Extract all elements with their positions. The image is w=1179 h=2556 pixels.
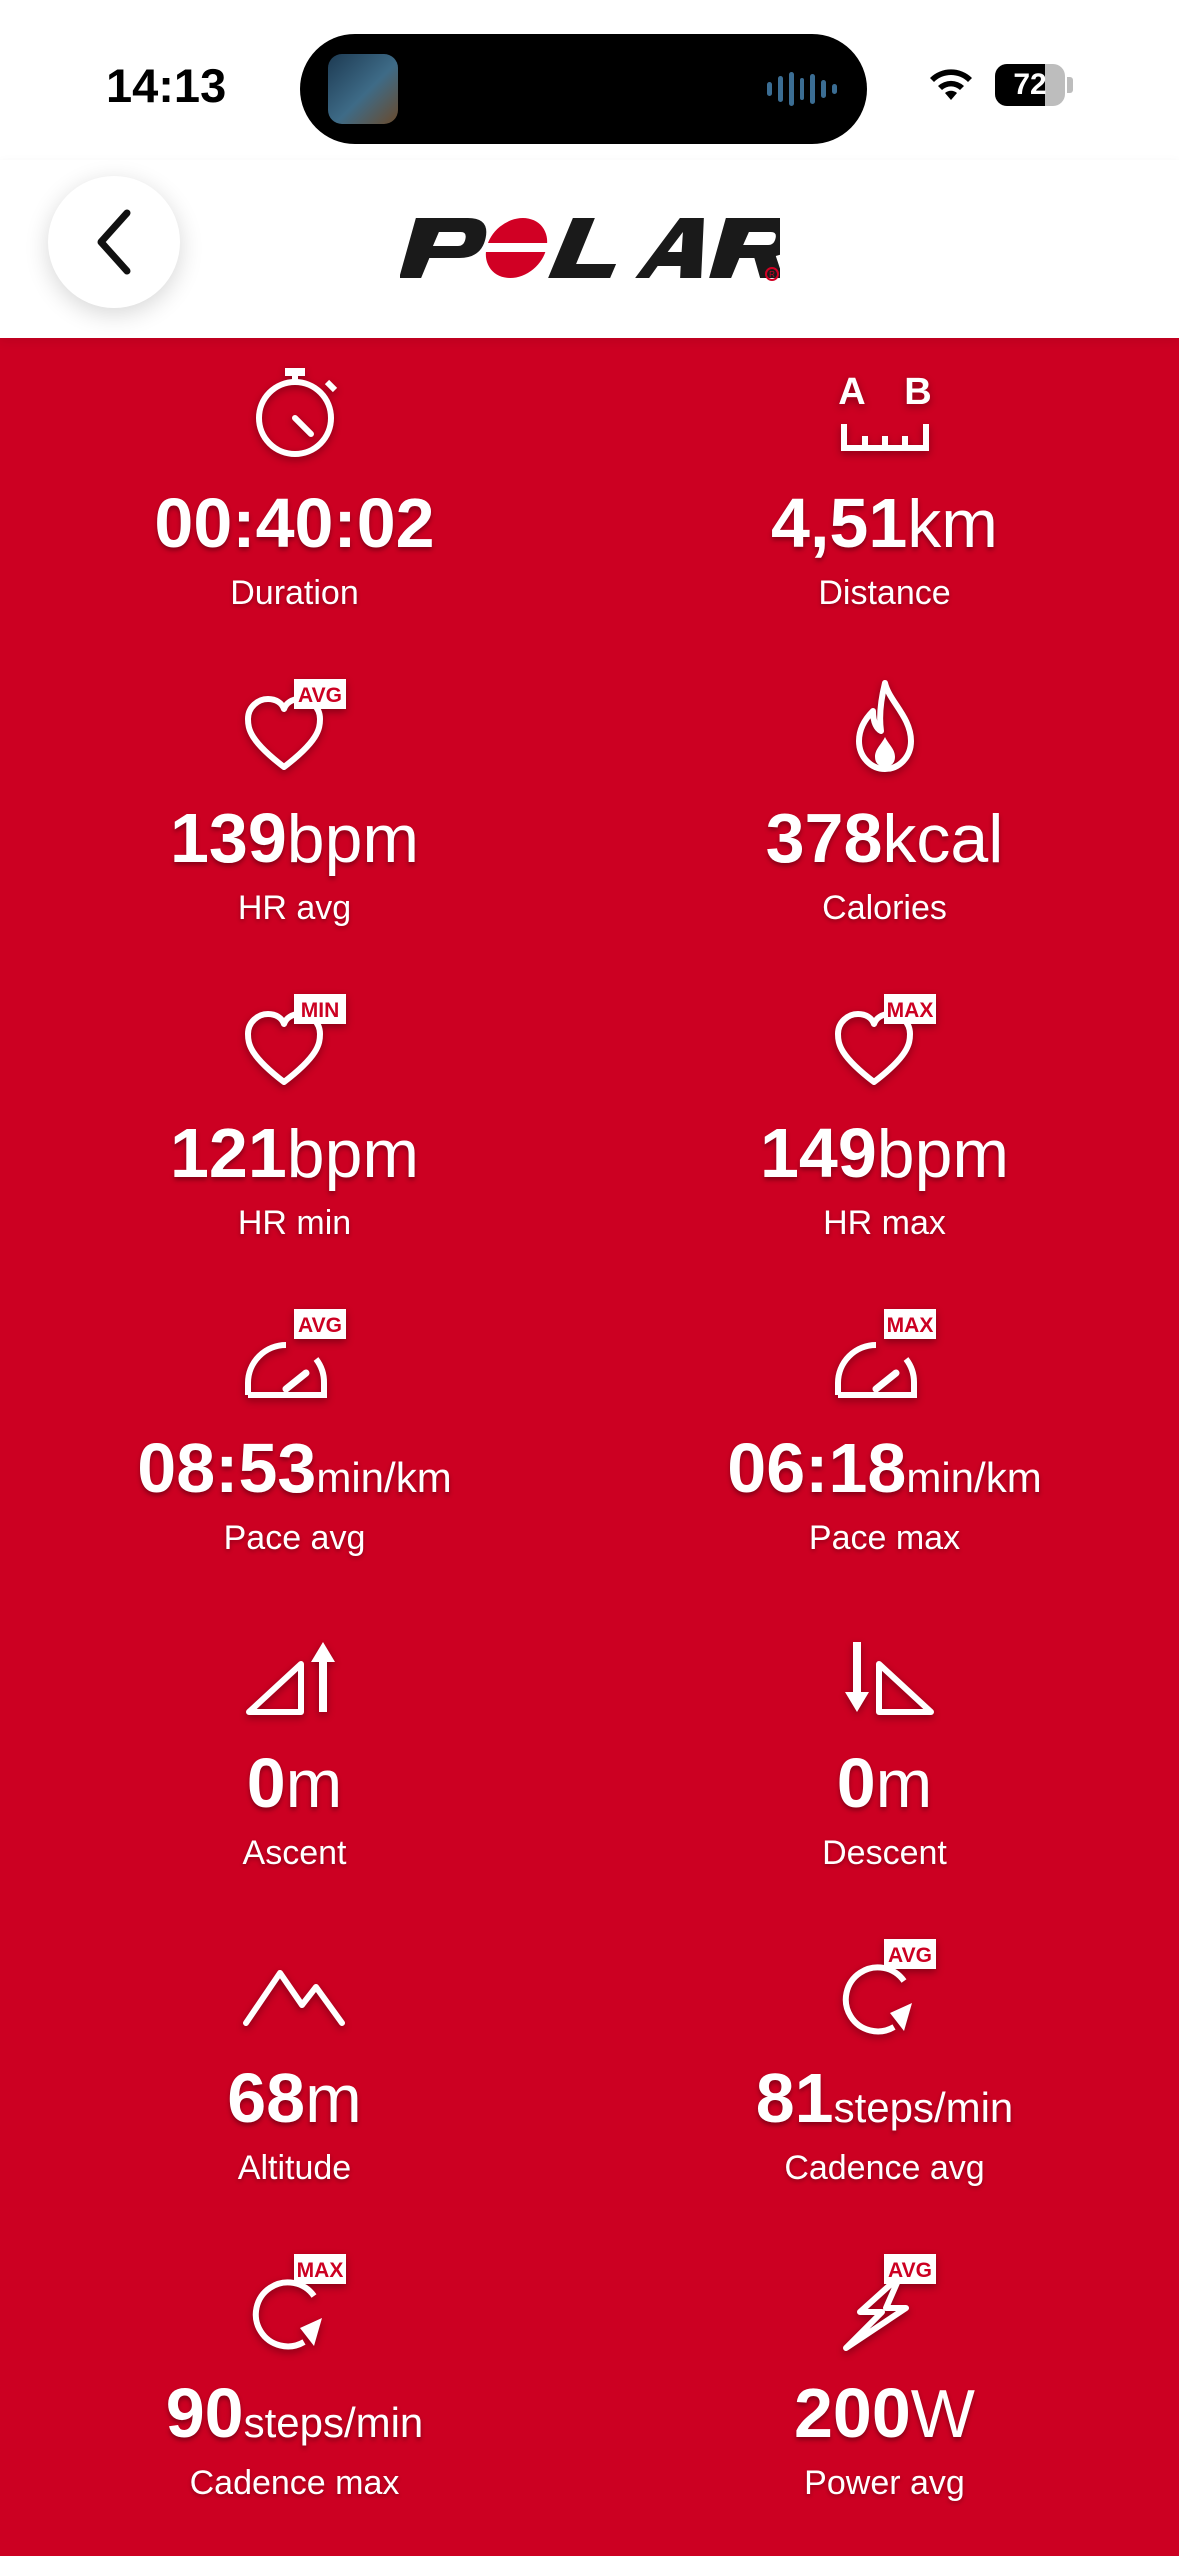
status-time: 14:13 [106,59,227,112]
app-header: R [0,160,1179,338]
svg-text:AVG: AVG [888,1944,932,1967]
metric-unit: bpm [876,1116,1010,1192]
metric-unit: steps/min [243,2399,424,2446]
dynamic-island [300,34,867,144]
metric-label: Pace avg [223,1519,366,1557]
metric-hr-min: MIN 121bpm HR min [0,968,589,1283]
battery-icon: 72 [995,64,1065,106]
metric-value: 81 [755,2059,834,2137]
metric-unit: bpm [286,1116,420,1192]
metric-label: HR max [823,1204,946,1242]
metric-value: 139 [169,799,287,877]
metric-unit: min/km [316,1454,452,1501]
metric-value: 0 [836,1744,876,1822]
metric-value: 08:53 [137,1429,317,1507]
metric-value: 90 [165,2374,244,2452]
metric-cadence-avg: AVG 81steps/min Cadence avg [590,1913,1179,2228]
metric-label: Power avg [804,2464,965,2502]
mountain-icon [242,1970,345,2026]
svg-text:B: B [904,371,931,413]
metric-label: Pace max [808,1519,961,1557]
svg-text:A: A [838,371,865,413]
metric-unit: kcal [882,801,1004,877]
metric-label: Duration [230,574,359,612]
heart-avg-icon: AVG [244,679,346,770]
ascent-icon [245,1642,335,1715]
metric-unit: min/km [906,1454,1042,1501]
metric-value: 149 [759,1114,877,1192]
metric-pace-avg: AVG 08:53min/km Pace avg [0,1283,589,1598]
metric-unit: bpm [286,801,420,877]
metric-power-avg: AVG 200W Power avg [590,2228,1179,2543]
metric-unit: steps/min [833,2084,1014,2131]
metric-unit: m [875,1746,933,1822]
metric-unit: m [285,1746,343,1822]
metric-duration: 00:40:02 Duration [0,338,589,653]
metric-value: 00:40:02 [154,484,435,562]
metric-label: Cadence max [189,2464,400,2502]
svg-text:R: R [769,270,775,279]
polar-logo: R [400,218,780,281]
speedometer-max-icon: MAX [834,1309,936,1398]
audio-waveform-icon [767,70,838,108]
metric-label: Distance [818,574,951,612]
metric-label: HR avg [237,889,352,927]
metric-label: Descent [822,1834,947,1872]
cadence-avg-icon: AVG [842,1939,936,2035]
metrics-grid: 00:40:02 Duration A B 4,51km Distance AV… [0,338,1179,2556]
now-playing-artwork[interactable] [328,54,398,124]
svg-text:AVG: AVG [298,1314,342,1337]
metric-label: Calories [822,889,947,927]
metric-value: 06:18 [727,1429,907,1507]
metric-value: 0 [246,1744,286,1822]
metric-label: HR min [237,1204,352,1242]
metric-value: 378 [765,799,883,877]
stopwatch-icon [255,368,337,457]
metric-calories: 378kcal Calories [590,653,1179,968]
metric-cadence-max: MAX 90steps/min Cadence max [0,2228,589,2543]
back-button[interactable] [48,176,180,308]
metric-label: Ascent [242,1834,347,1872]
battery-tip [1067,77,1073,93]
status-bar: 14:13 72 [0,0,1179,160]
svg-text:MIN: MIN [300,999,339,1022]
metric-value: 4,51 [771,484,908,562]
metric-hr-avg: AVG 139bpm HR avg [0,653,589,968]
heart-max-icon: MAX [834,994,936,1085]
svg-text:MAX: MAX [886,1314,933,1337]
metric-value: 68 [227,2059,306,2137]
metric-unit: km [907,486,998,562]
flame-icon [855,680,914,772]
metric-hr-max: MAX 149bpm HR max [590,968,1179,1283]
svg-text:AVG: AVG [298,684,342,707]
metric-descent: 0m Descent [590,1598,1179,1913]
wifi-icon [930,69,972,100]
svg-text:AVG: AVG [888,2259,932,2282]
descent-icon [844,1642,934,1715]
metric-label: Cadence avg [784,2149,985,2187]
metric-altitude: 68m Altitude [0,1913,589,2228]
metric-ascent: 0m Ascent [0,1598,589,1913]
metric-label: Altitude [237,2149,352,2187]
chevron-left-icon [97,209,131,275]
svg-text:MAX: MAX [886,999,933,1022]
distance-icon: A B [838,371,931,451]
cadence-max-icon: MAX [252,2254,346,2350]
battery-percent: 72 [1013,68,1047,101]
metric-pace-max: MAX 06:18min/km Pace max [590,1283,1179,1598]
metric-unit: m [305,2061,362,2137]
metric-value: 121 [169,1114,287,1192]
metric-value: 200 [794,2374,911,2452]
speedometer-avg-icon: AVG [244,1309,346,1398]
power-avg-icon: AVG [842,2254,936,2351]
svg-text:MAX: MAX [296,2259,343,2282]
metric-unit: W [910,2376,975,2452]
metric-distance: A B 4,51km Distance [590,338,1179,653]
heart-min-icon: MIN [244,994,346,1085]
